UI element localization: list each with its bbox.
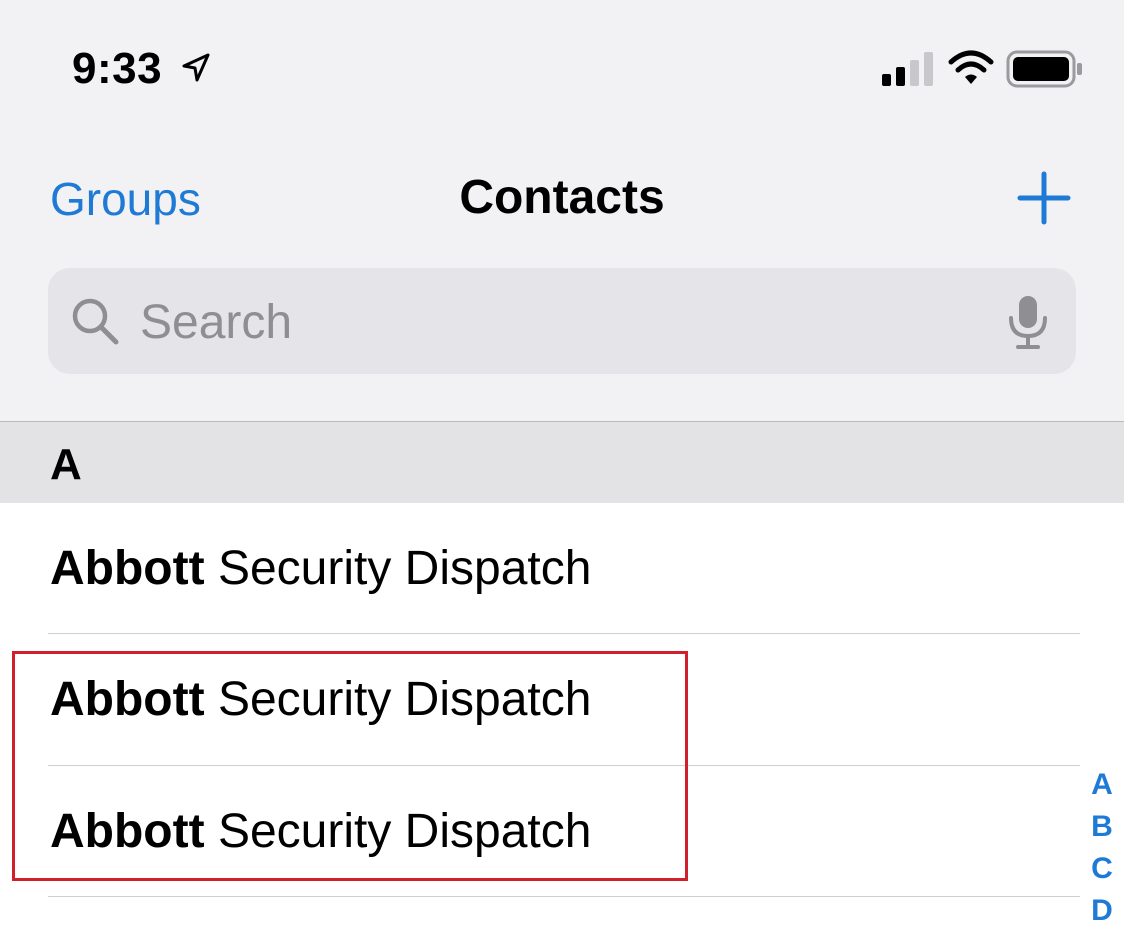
signal-icon [882,52,933,86]
location-arrow-icon [182,53,210,82]
row-divider [48,896,1080,897]
battery-icon [1006,50,1082,88]
search-icon [72,298,119,345]
section-header-letter: A [50,440,82,489]
search-input[interactable] [138,288,982,356]
section-header: A [0,421,1124,503]
contact-rest-name: Security Dispatch [217,542,592,595]
highlight-box [12,651,688,881]
contact-row[interactable]: Abbott Security Dispatch [0,503,1124,635]
page-title: Contacts [459,171,665,224]
status-time: 9:33 [72,44,163,93]
index-letter-a[interactable]: A [1091,764,1113,806]
search-bar[interactable] [48,268,1076,374]
index-letter-d[interactable]: D [1091,890,1113,932]
index-letter-c[interactable]: C [1091,848,1113,890]
microphone-icon[interactable] [1006,294,1050,350]
index-letter-b[interactable]: B [1091,806,1113,848]
wifi-icon [948,50,994,84]
contact-last-name: Abbott [50,542,205,595]
plus-icon[interactable] [1016,170,1072,226]
contact-name: Abbott Security Dispatch [50,541,591,596]
section-index[interactable]: A B C D [1084,764,1120,932]
